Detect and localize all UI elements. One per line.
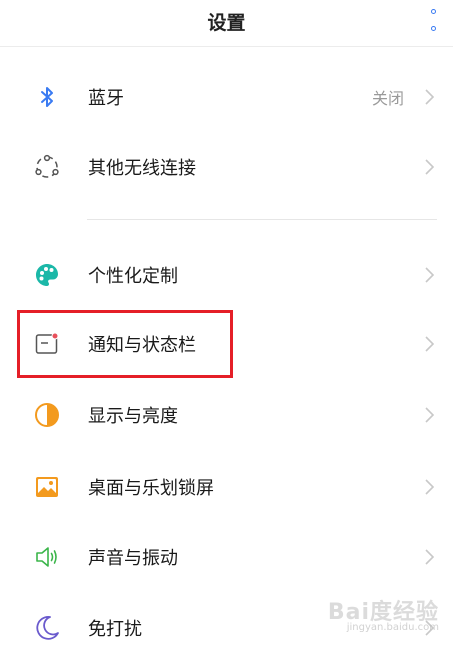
top-bar: 设置 [0, 0, 453, 47]
more-dot-icon [430, 9, 436, 14]
settings-item-label: 其他无线连接 [88, 158, 196, 179]
chevron-right-icon [423, 265, 437, 285]
chevron-right-icon [423, 405, 437, 425]
more-dot-icon [430, 26, 436, 31]
speaker-icon [33, 543, 61, 571]
settings-item-sound[interactable]: 声音与振动 [0, 529, 453, 585]
settings-item-label: 桌面与乐划锁屏 [88, 478, 214, 499]
wallpaper-icon [33, 473, 61, 501]
palette-icon [33, 261, 61, 289]
chevron-right-icon [423, 477, 437, 497]
settings-item-display[interactable]: 显示与亮度 [0, 387, 453, 443]
highlight-box [17, 310, 233, 378]
settings-item-desktop-lockscreen[interactable]: 桌面与乐划锁屏 [0, 459, 453, 515]
settings-item-bluetooth[interactable]: 蓝牙 关闭 [0, 69, 453, 125]
settings-item-label: 个性化定制 [88, 266, 178, 287]
chevron-right-icon [423, 547, 437, 567]
settings-item-label: 免打扰 [88, 619, 142, 640]
brightness-icon [33, 401, 61, 429]
moon-icon [33, 614, 61, 642]
watermark: Bai度经验 jingyan.baidu.com [328, 594, 439, 633]
settings-item-label: 显示与亮度 [88, 406, 178, 427]
more-options-button[interactable] [425, 9, 441, 31]
settings-item-label: 蓝牙 [88, 88, 124, 109]
chevron-right-icon [423, 334, 437, 354]
section-divider [87, 219, 437, 220]
wireless-icon [33, 153, 61, 181]
chevron-right-icon [423, 87, 437, 107]
settings-item-personalization[interactable]: 个性化定制 [0, 247, 453, 303]
bluetooth-status: 关闭 [371, 89, 404, 108]
page-title: 设置 [207, 12, 246, 34]
chevron-right-icon [423, 157, 437, 177]
settings-item-label: 声音与振动 [88, 548, 178, 569]
bluetooth-icon [33, 83, 61, 111]
settings-item-other-wireless[interactable]: 其他无线连接 [0, 139, 453, 195]
